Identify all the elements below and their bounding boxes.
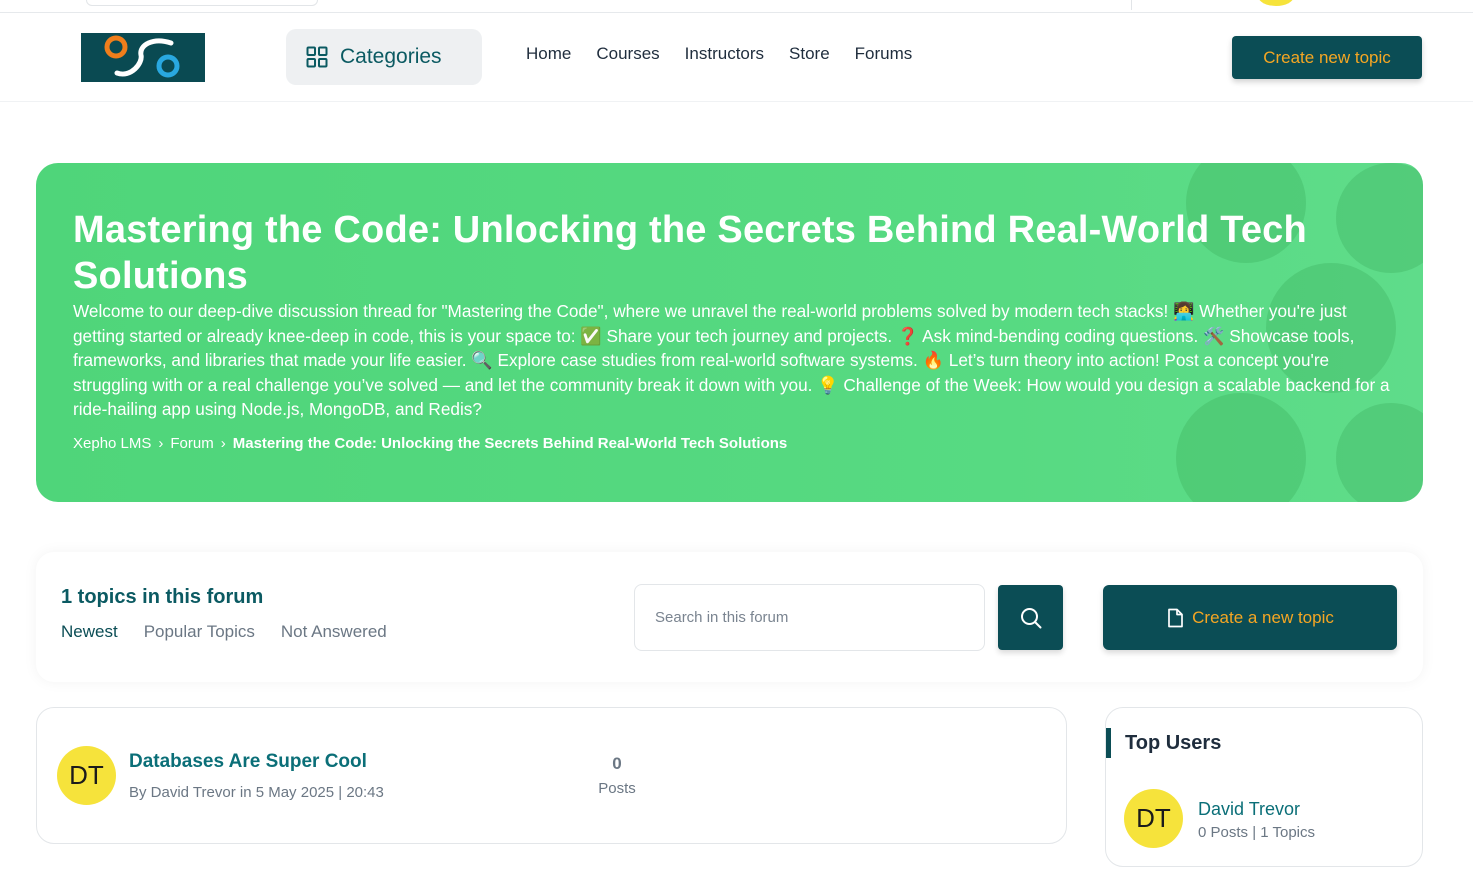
avatar[interactable]: DT xyxy=(57,746,116,805)
nav-link-forums[interactable]: Forums xyxy=(855,44,913,64)
nav-link-instructors[interactable]: Instructors xyxy=(685,44,764,64)
top-strip xyxy=(0,0,1473,13)
forum-title: Mastering the Code: Unlocking the Secret… xyxy=(73,209,1307,297)
forum-toolbar: 1 topics in this forum Newest Popular To… xyxy=(36,552,1423,682)
chevron-right-icon: › xyxy=(220,435,226,452)
create-new-topic-button[interactable]: Create a new topic xyxy=(1103,585,1397,650)
categories-label: Categories xyxy=(340,45,442,68)
site-logo[interactable] xyxy=(81,33,205,82)
top-users-panel: Top Users DT David Trevor 0 Posts | 1 To… xyxy=(1105,707,1423,867)
nav-link-store[interactable]: Store xyxy=(789,44,830,64)
search-input[interactable] xyxy=(655,609,984,626)
chevron-right-icon: › xyxy=(158,435,164,452)
nav-link-courses[interactable]: Courses xyxy=(596,44,659,64)
breadcrumb-home[interactable]: Xepho LMS xyxy=(73,435,151,452)
logo-mark xyxy=(81,33,205,82)
create-new-topic-header-button[interactable]: Create new topic xyxy=(1232,36,1422,79)
breadcrumb-current: Mastering the Code: Unlocking the Secret… xyxy=(232,435,788,452)
filter-tabs: Newest Popular Topics Not Answered xyxy=(61,622,387,642)
top-divider xyxy=(1131,0,1132,10)
nav-link-home[interactable]: Home xyxy=(526,44,571,64)
search-icon xyxy=(1020,607,1041,628)
topic-posts-label: Posts xyxy=(598,780,636,797)
forum-description: Welcome to our deep-dive discussion thre… xyxy=(73,301,1390,420)
top-search-fragment[interactable] xyxy=(86,0,318,6)
search-button[interactable] xyxy=(998,585,1063,650)
forum-search-field xyxy=(634,584,985,651)
main-navbar: Categories Home Courses Instructors Stor… xyxy=(0,14,1473,102)
top-users-title: Top Users xyxy=(1106,728,1221,758)
breadcrumb: Xepho LMS › Forum › Mastering the Code: … xyxy=(73,435,787,452)
forum-hero-banner: Mastering the Code: Unlocking the Secret… xyxy=(36,163,1423,502)
topic-posts-count: 0 xyxy=(612,754,622,773)
topic-title[interactable]: Databases Are Super Cool xyxy=(129,751,367,773)
create-new-topic-label: Create a new topic xyxy=(1192,607,1334,627)
top-avatar-fragment[interactable] xyxy=(1258,0,1294,6)
categories-button[interactable]: Categories xyxy=(286,29,482,85)
breadcrumb-forum[interactable]: Forum xyxy=(170,435,213,452)
grid-icon xyxy=(306,46,328,68)
topic-meta: By David Trevor in 5 May 2025 | 20:43 xyxy=(129,784,384,801)
avatar[interactable]: DT xyxy=(1124,789,1183,848)
tab-popular-topics[interactable]: Popular Topics xyxy=(144,622,255,642)
topic-row[interactable]: DT Databases Are Super Cool By David Tre… xyxy=(36,707,1067,844)
topics-count: 1 topics in this forum xyxy=(61,586,264,608)
top-user-name[interactable]: David Trevor xyxy=(1198,799,1300,820)
top-user-stats: 0 Posts | 1 Topics xyxy=(1198,824,1316,841)
tab-newest[interactable]: Newest xyxy=(61,622,118,642)
file-icon xyxy=(1168,608,1183,627)
tab-not-answered[interactable]: Not Answered xyxy=(281,622,387,642)
primary-nav: Home Courses Instructors Store Forums xyxy=(526,44,912,64)
